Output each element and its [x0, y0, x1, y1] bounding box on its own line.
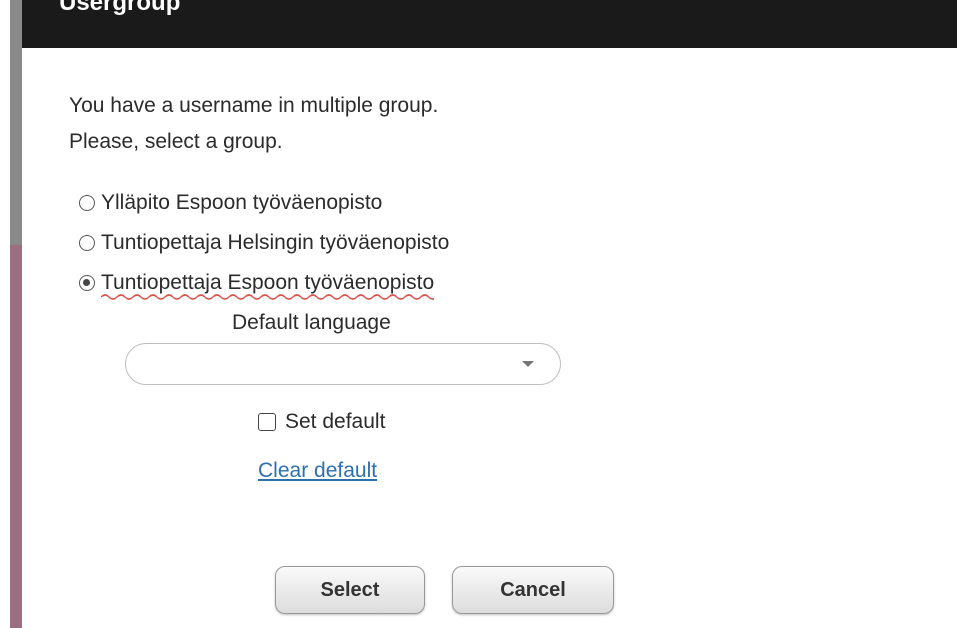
default-language-select[interactable]	[125, 343, 561, 385]
chevron-down-icon	[522, 361, 534, 367]
group-option-label-wrap: Tuntiopettaja Espoon työväenopisto	[101, 271, 435, 300]
message-line-2: Please, select a group.	[69, 130, 283, 153]
select-button[interactable]: Select	[275, 566, 425, 614]
usergroup-dialog: Usergroup You have a username in multipl…	[22, 0, 957, 628]
default-language-label: Default language	[232, 311, 391, 334]
spellcheck-underline	[101, 294, 435, 300]
group-option-3[interactable]: Tuntiopettaja Espoon työväenopisto	[79, 263, 449, 303]
set-default-row[interactable]: Set default	[258, 410, 385, 434]
group-option-label: Ylläpito Espoon työväenopisto	[101, 191, 383, 214]
group-radio-2[interactable]	[79, 235, 95, 251]
background-bar	[10, 0, 22, 245]
group-radio-3[interactable]	[79, 275, 95, 291]
clear-default-link[interactable]: Clear default	[258, 459, 377, 483]
group-option-2[interactable]: Tuntiopettaja Helsingin työväenopisto	[79, 223, 449, 263]
group-radio-1[interactable]	[79, 195, 95, 211]
dialog-title-bar: Usergroup	[22, 0, 957, 48]
set-default-checkbox[interactable]	[258, 413, 276, 431]
group-options: Ylläpito Espoon työväenopisto Tuntiopett…	[79, 183, 449, 303]
group-option-label: Tuntiopettaja Espoon työväenopisto	[101, 271, 435, 294]
message-line-1: You have a username in multiple group.	[69, 94, 439, 117]
background-bar-accent	[10, 245, 22, 628]
dialog-title: Usergroup	[59, 0, 181, 16]
dialog-message: You have a username in multiple group. P…	[69, 88, 438, 160]
window-edge	[0, 0, 10, 628]
cancel-button[interactable]: Cancel	[452, 566, 614, 614]
set-default-label: Set default	[285, 410, 386, 433]
group-option-label: Tuntiopettaja Helsingin työväenopisto	[101, 231, 450, 254]
group-option-1[interactable]: Ylläpito Espoon työväenopisto	[79, 183, 449, 223]
